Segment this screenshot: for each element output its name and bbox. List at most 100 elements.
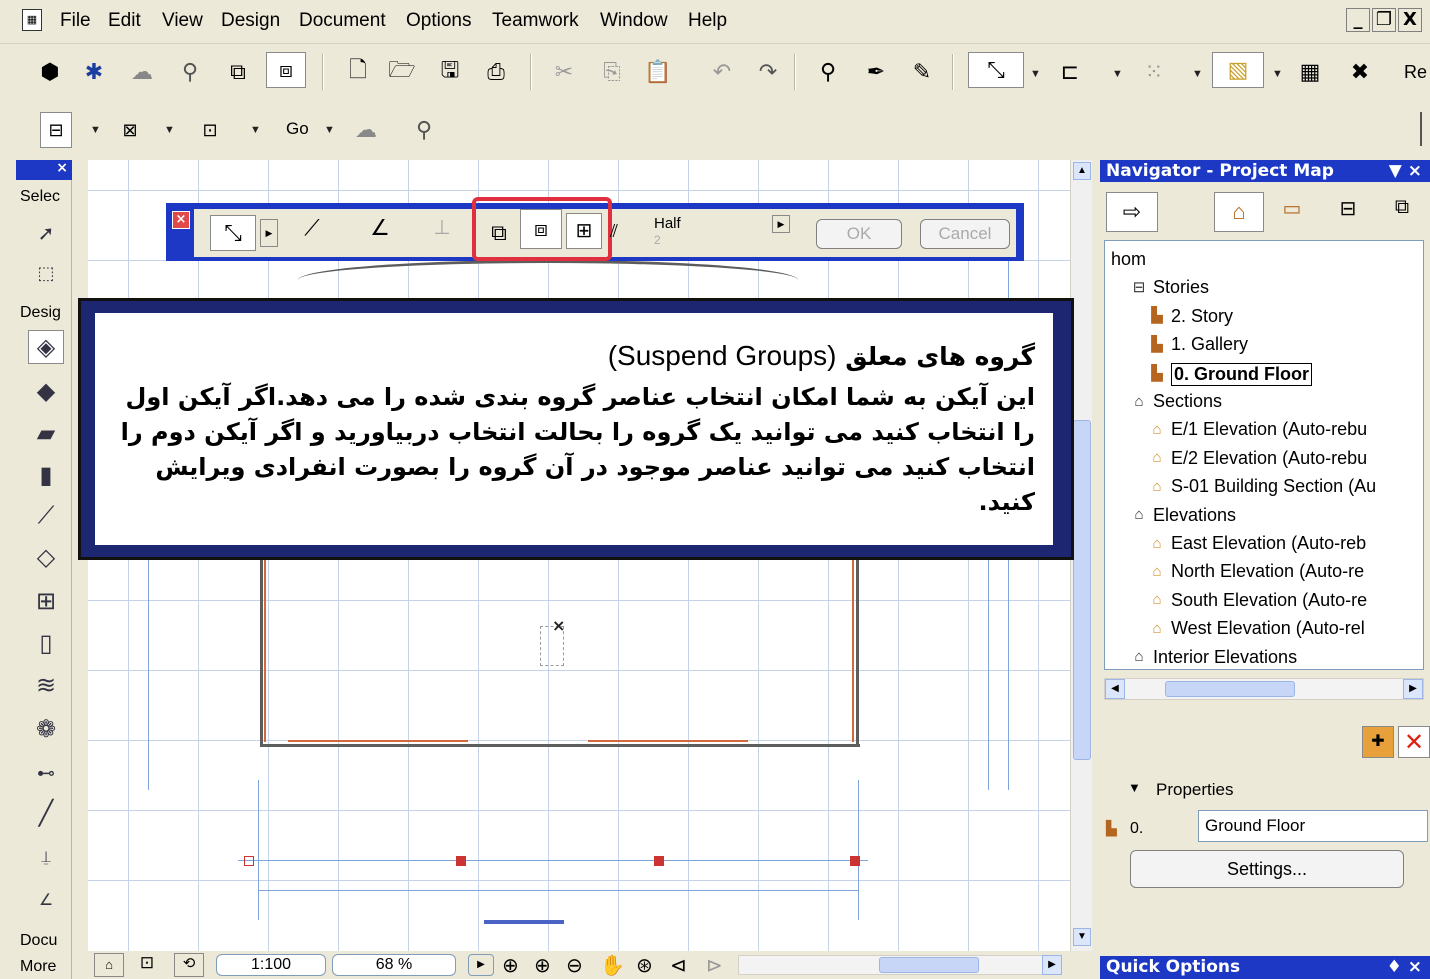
navigator-controls[interactable]: ▼ × — [1389, 160, 1422, 182]
open-folder-icon[interactable]: 🗁 — [384, 54, 420, 90]
arrow-tool-icon[interactable]: ➚ — [28, 216, 64, 250]
horizontal-scrollbar[interactable] — [738, 955, 1048, 975]
marquee-tool-icon[interactable]: ⬚ — [28, 256, 64, 290]
print-icon[interactable]: ⎙ — [478, 54, 514, 90]
fit-window-icon[interactable]: ⊛ — [636, 953, 653, 977]
layers-icon[interactable]: ⧉ — [220, 54, 256, 90]
ok-button[interactable]: OK — [816, 219, 902, 249]
slab-tool-icon[interactable]: ◆ — [28, 374, 64, 408]
minimize-button[interactable]: _ — [1346, 8, 1370, 32]
scroll-thumb[interactable] — [879, 957, 979, 973]
select-3d-icon[interactable]: ⧈ — [266, 52, 306, 88]
beam-tool-icon[interactable]: ▰ — [28, 416, 64, 450]
tree-item[interactable]: ⌂ West Elevation (Auto-rel — [1147, 618, 1364, 639]
zoom-out-icon[interactable]: ⊖ — [566, 953, 583, 977]
half-options-icon[interactable]: ▶ — [772, 215, 790, 233]
layer-combination-icon[interactable]: ▧ — [1212, 52, 1264, 88]
toolbox-close-icon[interactable]: × — [16, 160, 72, 180]
walk-icon[interactable]: ⚲ — [172, 54, 208, 90]
tree-item[interactable]: ▙ 2. Story — [1147, 306, 1233, 327]
wall-tool-icon[interactable]: ◈ — [28, 330, 64, 364]
menu-window[interactable]: Window — [600, 10, 668, 32]
syringe-icon[interactable]: ✎ — [904, 54, 940, 90]
scroll-right-icon[interactable]: ▶ — [1042, 955, 1062, 975]
close-button[interactable]: X — [1398, 8, 1422, 32]
save-icon[interactable]: 🖫 — [432, 54, 468, 90]
navigator-menu-icon[interactable]: ⇨ — [1106, 192, 1158, 232]
chevron-down-icon[interactable]: ▼ — [324, 124, 335, 136]
tree-item[interactable]: ⌂ S-01 Building Section (Au — [1147, 476, 1376, 497]
object-tool-icon[interactable]: ❁ — [28, 712, 64, 746]
scroll-thumb[interactable] — [1165, 681, 1295, 697]
pet-palette-select-icon[interactable]: ⤡ — [210, 215, 256, 251]
menu-design[interactable]: Design — [221, 10, 280, 32]
copy-icon[interactable]: ⎘ — [594, 54, 630, 90]
quick-options-controls[interactable]: ♦ × — [1387, 956, 1422, 978]
go-label[interactable]: Go — [286, 119, 309, 139]
cancel-button[interactable]: Cancel — [920, 219, 1010, 249]
angle-snap-icon[interactable]: ∠ — [362, 215, 398, 251]
menu-document[interactable]: Document — [299, 10, 386, 32]
project-map-icon[interactable]: ⌂ — [1214, 192, 1264, 232]
window-tool-icon[interactable]: ⊞ — [28, 584, 64, 618]
eyedropper-icon[interactable]: ✒ — [858, 54, 894, 90]
menu-teamwork[interactable]: Teamwork — [492, 10, 579, 32]
drag-line-icon[interactable]: ⟋ — [294, 215, 330, 251]
settings-button[interactable]: Settings... — [1130, 850, 1404, 888]
zoom-plus-minus-icon[interactable]: ⊕ — [502, 953, 519, 977]
scroll-down-icon[interactable]: ▼ — [1073, 928, 1091, 946]
tree-item[interactable]: ⌂ East Elevation (Auto-reb — [1147, 533, 1366, 554]
chevron-down-icon[interactable]: ▼ — [90, 124, 101, 136]
section-view-icon[interactable]: ⊠ — [112, 112, 148, 148]
chevron-down-icon[interactable]: ▼ — [250, 124, 261, 136]
scale-field[interactable]: 1:100 — [216, 954, 326, 976]
find-select-icon[interactable]: ⚲ — [810, 54, 846, 90]
pan-hand-icon[interactable]: ✋ — [600, 953, 625, 977]
tree-item[interactable]: ▙ 0. Ground Floor — [1147, 362, 1312, 386]
line-tool-icon[interactable]: ╱ — [28, 796, 64, 830]
walk-icon[interactable]: ⚲ — [406, 112, 442, 148]
new-file-icon[interactable]: 🗋 — [340, 54, 376, 90]
palette-arrow-icon[interactable]: ▶ — [260, 219, 278, 247]
scroll-up-icon[interactable]: ▲ — [1073, 162, 1091, 180]
grid-snap-icon[interactable]: ⁙ — [1136, 54, 1172, 90]
zoom-field[interactable]: 68 % — [332, 954, 456, 976]
publisher-icon[interactable]: ⧉ — [1384, 196, 1420, 228]
menu-options[interactable]: Options — [406, 10, 471, 32]
toolbar-overflow-label[interactable]: Re — [1404, 62, 1427, 83]
tree-item[interactable]: ⌂ Interior Elevations — [1129, 647, 1297, 668]
chevron-down-icon[interactable]: ▼ — [1272, 68, 1283, 80]
menu-help[interactable]: Help — [688, 10, 727, 32]
roof-tool-icon[interactable]: ⟋ — [28, 498, 64, 532]
delete-view-icon[interactable]: ✕ — [1398, 726, 1430, 758]
scroll-left-icon[interactable]: ◀ — [1105, 679, 1125, 699]
cut-icon[interactable]: ✂ — [546, 54, 582, 90]
tree-item[interactable]: ▙ 1. Gallery — [1147, 334, 1248, 355]
chevron-down-icon[interactable]: ▼ — [164, 124, 175, 136]
story-name-field[interactable]: Ground Floor — [1198, 810, 1428, 842]
restore-button[interactable]: ❐ — [1372, 8, 1396, 32]
paste-icon[interactable]: 📋 — [640, 54, 676, 90]
tree-horizontal-scrollbar[interactable]: ◀ ▶ — [1104, 678, 1424, 700]
previous-zoom-icon[interactable]: ⊲ — [670, 953, 687, 977]
floor-plan-icon[interactable]: ⊟ — [40, 112, 72, 148]
navigator-toggle-icon[interactable]: ⌂ — [94, 953, 124, 977]
menu-file[interactable]: File — [60, 10, 91, 32]
marquee-tool-icon[interactable]: ⤡ — [968, 52, 1024, 88]
dimension-tool-icon[interactable]: ⊷ — [28, 756, 64, 790]
palette-close-icon[interactable]: × — [172, 211, 190, 229]
angle-dimension-icon[interactable]: ∠ — [28, 882, 64, 916]
app-icon[interactable]: ▦ — [22, 9, 42, 31]
suspend-groups-icon[interactable]: ⧈ — [520, 209, 562, 249]
3d-window-icon[interactable]: ⬢ — [32, 54, 68, 90]
new-view-icon[interactable]: ✚ — [1362, 726, 1394, 758]
layout-book-icon[interactable]: ⊟ — [1330, 196, 1366, 228]
calculator-icon[interactable]: ▦ — [1292, 54, 1328, 90]
properties-expand-icon[interactable]: ▼ — [1128, 780, 1141, 795]
zoom-window-icon[interactable]: ⊡ — [132, 953, 162, 977]
pin-cross-icon[interactable]: ✖ — [1342, 54, 1378, 90]
pin-icon[interactable]: ✱ — [76, 54, 112, 90]
layout-view-icon[interactable]: ⊡ — [192, 112, 228, 148]
hatch-icon[interactable]: ⫽ — [610, 221, 618, 242]
refresh-view-icon[interactable]: ⟲ — [174, 953, 204, 977]
